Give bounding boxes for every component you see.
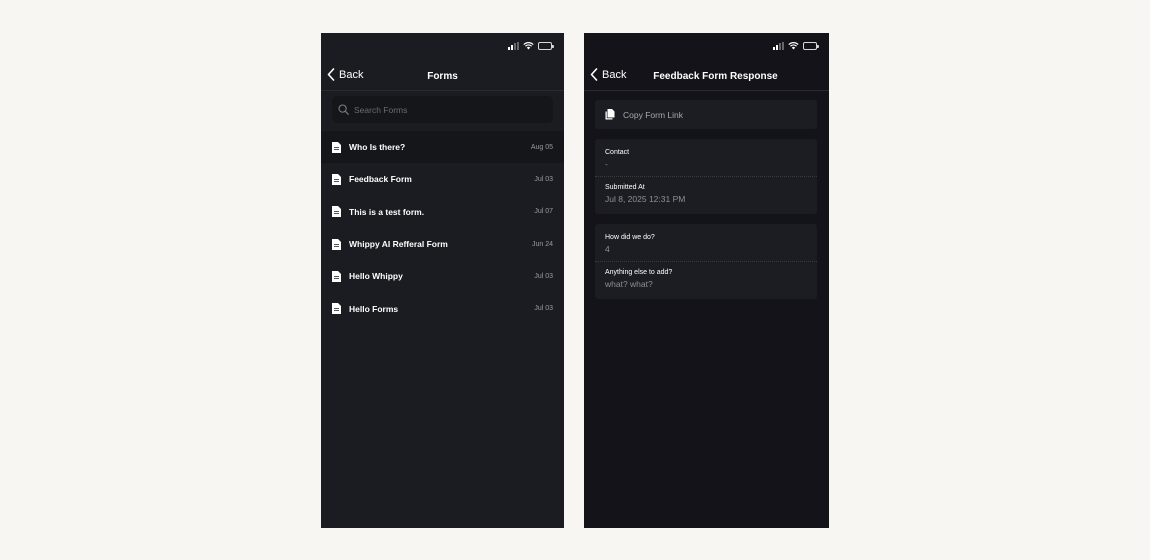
list-item[interactable]: Feedback Form Jul 03 <box>321 163 564 195</box>
signal-icon <box>773 42 784 50</box>
document-icon <box>332 270 341 282</box>
form-name: Feedback Form <box>349 174 412 185</box>
document-icon <box>332 303 341 315</box>
list-item[interactable]: Hello Forms Jul 03 <box>321 292 564 324</box>
signal-icon <box>508 42 519 50</box>
document-icon <box>332 238 341 250</box>
question-label: How did we do? <box>605 234 655 241</box>
wifi-icon <box>788 42 799 50</box>
answer-value: 4 <box>605 244 610 254</box>
form-name: Whippy AI Refferal Form <box>349 239 448 250</box>
copy-form-link-label: Copy Form Link <box>623 109 683 120</box>
list-item[interactable]: Hello Whippy Jul 03 <box>321 260 564 292</box>
contact-label: Contact <box>605 149 630 156</box>
document-icon <box>332 141 341 153</box>
nav-bar: Back Forms <box>321 63 564 91</box>
document-icon <box>332 206 341 218</box>
form-date: Jul 03 <box>534 305 553 313</box>
page-title: Forms <box>427 71 458 82</box>
form-name: Hello Whippy <box>349 271 403 282</box>
copy-icon <box>605 109 615 120</box>
form-date: Jul 07 <box>534 208 553 216</box>
form-name: Hello Forms <box>349 303 399 314</box>
chevron-left-icon <box>590 68 598 81</box>
search-input[interactable] <box>354 104 534 115</box>
forms-screen: Back Forms Who Is there? Aug 05 Feedback… <box>321 33 564 528</box>
form-name: This is a test form. <box>349 206 425 217</box>
battery-icon <box>538 42 554 50</box>
contact-value: - <box>605 159 608 169</box>
submitted-at-label: Submitted At <box>605 184 645 191</box>
form-date: Jun 24 <box>531 240 553 248</box>
nav-bar: Back Feedback Form Response <box>584 63 829 91</box>
form-name: Who Is there? <box>349 142 406 153</box>
answer-field: Anything else to add? what? what? <box>595 261 817 289</box>
list-item[interactable]: This is a test form. Jul 07 <box>321 196 564 228</box>
submission-details-card: Contact - Submitted At Jul 8, 2025 12:31… <box>595 139 817 214</box>
form-date: Aug 05 <box>530 143 553 151</box>
question-label: Anything else to add? <box>605 269 673 276</box>
status-bar <box>508 42 554 50</box>
wifi-icon <box>523 42 534 50</box>
answers-card: How did we do? 4 Anything else to add? w… <box>595 224 817 299</box>
status-bar <box>773 42 819 50</box>
form-date: Jul 03 <box>534 272 553 280</box>
answer-field: How did we do? 4 <box>595 224 817 261</box>
contact-field: Contact - <box>595 139 817 176</box>
list-item[interactable]: Whippy AI Refferal Form Jun 24 <box>321 228 564 260</box>
answer-value: what? what? <box>605 279 653 289</box>
submitted-at-value: Jul 8, 2025 12:31 PM <box>605 194 686 204</box>
page-title: Feedback Form Response <box>653 71 778 82</box>
copy-form-link-button[interactable]: Copy Form Link <box>595 100 817 129</box>
list-item[interactable]: Who Is there? Aug 05 <box>321 131 564 164</box>
form-date: Jul 03 <box>534 175 553 183</box>
battery-icon <box>803 42 819 50</box>
response-screen: Back Feedback Form Response Copy Form Li… <box>584 33 829 528</box>
search-box[interactable] <box>332 96 553 123</box>
submitted-at-field: Submitted At Jul 8, 2025 12:31 PM <box>595 176 817 204</box>
document-icon <box>332 173 341 185</box>
search-icon <box>338 104 349 115</box>
form-list: Who Is there? Aug 05 Feedback Form Jul 0… <box>321 131 564 325</box>
